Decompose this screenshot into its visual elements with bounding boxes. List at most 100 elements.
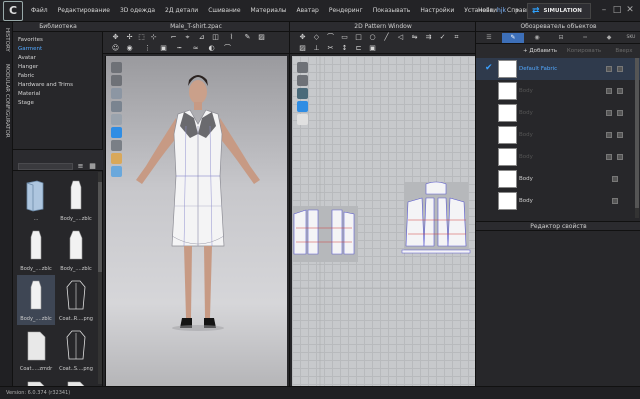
trim-icon[interactable]: ✂ (326, 44, 335, 53)
circle-icon[interactable]: ○ (368, 33, 377, 42)
username[interactable]: hjk (497, 7, 506, 14)
library-file-selected[interactable]: Body_....zblc (17, 275, 55, 325)
move-up-button[interactable]: Вверх (610, 46, 638, 56)
object-row-body[interactable]: Body (476, 102, 640, 124)
library-file[interactable]: Coat.....zmdr (17, 325, 55, 375)
edit-pattern-icon[interactable]: ◇ (312, 33, 321, 42)
library-file[interactable]: ... (17, 175, 55, 225)
fabric-info-icon[interactable] (606, 88, 612, 94)
pen-icon[interactable]: ✎ (243, 33, 252, 42)
check-sew-icon[interactable]: ✓ (438, 33, 447, 42)
fabric-info-icon[interactable] (606, 110, 612, 116)
grain-icon[interactable]: ↕ (340, 44, 349, 53)
tape-icon[interactable]: ⌒ (223, 44, 232, 53)
menu-2d-pattern[interactable]: 2Д детали (160, 7, 203, 14)
select-icon[interactable]: ✥ (111, 33, 120, 42)
tab-scene-icon[interactable]: ☰ (478, 33, 500, 43)
menu-3d-garment[interactable]: 3D одежда (115, 7, 160, 14)
zipper-icon[interactable]: ⋮ (143, 44, 152, 53)
history-tab[interactable]: HISTORY (4, 28, 10, 52)
avatar-tool-icon[interactable]: ☺ (111, 44, 120, 53)
move-icon[interactable]: ✢ (125, 33, 134, 42)
sew-icon[interactable]: ⌇ (227, 33, 236, 42)
pin-icon[interactable]: ⌖ (183, 33, 192, 42)
fabric-info-icon[interactable] (606, 132, 612, 138)
object-row-body[interactable]: Body (476, 146, 640, 168)
button-tool-icon[interactable]: ◉ (125, 44, 134, 53)
tab-sku[interactable]: SKU (620, 33, 640, 43)
select-pattern-icon[interactable]: ✥ (298, 33, 307, 42)
fabric-delete-icon[interactable] (617, 88, 623, 94)
library-file[interactable]: Coat..R....png (57, 275, 95, 325)
tab-button-icon[interactable]: ◉ (526, 33, 548, 43)
library-search-input[interactable] (18, 163, 73, 170)
polygon-icon[interactable]: ▭ (340, 33, 349, 42)
library-file[interactable]: Coat..S....png (57, 325, 95, 375)
object-browser-scrollbar[interactable] (635, 58, 639, 218)
object-row-body[interactable]: Body (476, 124, 640, 146)
fabric-delete-icon[interactable] (617, 66, 623, 72)
library-scrollbar[interactable] (98, 172, 102, 384)
texture-2d-icon[interactable]: ▨ (298, 44, 307, 53)
list-view-icon[interactable]: ≡ (76, 162, 85, 171)
segment-sew-icon[interactable]: ⇋ (410, 33, 419, 42)
library-file[interactable] (17, 375, 55, 386)
tab-trim-icon[interactable]: ◆ (598, 33, 620, 43)
fabric-delete-icon[interactable] (617, 154, 623, 160)
object-row-body[interactable]: Body (476, 190, 640, 212)
dart-icon[interactable]: ◁ (396, 33, 405, 42)
topstitch-icon[interactable]: ┅ (175, 44, 184, 53)
library-item-avatar[interactable]: Avatar (18, 54, 73, 63)
fold-icon[interactable]: ⌐ (169, 33, 178, 42)
menu-file[interactable]: Файл (26, 7, 53, 14)
simulation-button[interactable]: ⇄ SIMULATION (527, 3, 591, 19)
minimize-icon[interactable]: – (599, 5, 609, 15)
menu-sewing[interactable]: Сшивание (203, 7, 245, 14)
graphic-icon[interactable]: ▣ (159, 44, 168, 53)
menu-edit[interactable]: Редактирование (53, 7, 115, 14)
tab-buttonhole-icon[interactable]: ⊟ (550, 33, 572, 43)
object-row-body[interactable]: Body (476, 80, 640, 102)
copy-button[interactable]: Копировать (564, 46, 604, 56)
tack-icon[interactable]: ⊹ (149, 33, 158, 42)
puckering-icon[interactable]: ≈ (191, 44, 200, 53)
viewport-2d[interactable] (292, 56, 476, 386)
library-item-hanger[interactable]: Hanger (18, 63, 73, 72)
fabric-delete-icon[interactable] (617, 132, 623, 138)
library-file[interactable]: Body_....zblc (57, 175, 95, 225)
arrangement-icon[interactable]: ◫ (211, 33, 220, 42)
library-file[interactable]: Body_....zblc (17, 225, 55, 275)
menu-avatar[interactable]: Аватар (292, 7, 324, 14)
library-file[interactable] (57, 375, 95, 386)
texture-icon[interactable]: ▨ (257, 33, 266, 42)
tab-fabric-icon[interactable]: ✎ (502, 33, 524, 43)
tab-topstitch-icon[interactable]: ┅ (574, 33, 596, 43)
fabric-info-icon[interactable] (606, 154, 612, 160)
notch-icon[interactable]: ⊥ (312, 44, 321, 53)
menu-render[interactable]: Рендеринг (324, 7, 368, 14)
modular-configurator-tab[interactable]: MODULAR CONFIGURATOR (4, 64, 10, 138)
library-item-stage[interactable]: Stage (18, 99, 73, 108)
library-item-favorites[interactable]: Favorites (18, 36, 73, 45)
seam-allowance-icon[interactable]: ⊏ (354, 44, 363, 53)
chevron-down-icon[interactable]: ▾ (516, 7, 519, 14)
library-item-fabric[interactable]: Fabric (18, 72, 73, 81)
library-item-garment[interactable]: Garment (18, 45, 73, 54)
transform-icon[interactable]: ⬚ (137, 33, 146, 42)
menu-settings[interactable]: Настройки (415, 7, 459, 14)
app-logo[interactable]: C (3, 0, 23, 21)
fabric-info-icon[interactable] (612, 198, 618, 204)
object-row-default-fabric[interactable]: ✔ Default Fabric (476, 58, 640, 80)
graphic-2d-icon[interactable]: ▣ (368, 44, 377, 53)
object-row-body[interactable]: Body (476, 168, 640, 190)
fabric-info-icon[interactable] (606, 66, 612, 72)
library-file[interactable]: Body_....zblc (57, 225, 95, 275)
add-button[interactable]: + Добавить (520, 46, 560, 56)
trace-icon[interactable]: ⌗ (452, 33, 461, 42)
menu-materials[interactable]: Материалы (246, 7, 292, 14)
library-item-material[interactable]: Material (18, 90, 73, 99)
viewport-3d[interactable] (105, 56, 287, 386)
user-greeting[interactable]: Hello, hjk (478, 7, 506, 14)
grid-view-icon[interactable]: ▦ (88, 162, 97, 171)
menu-display[interactable]: Показывать (368, 7, 416, 14)
